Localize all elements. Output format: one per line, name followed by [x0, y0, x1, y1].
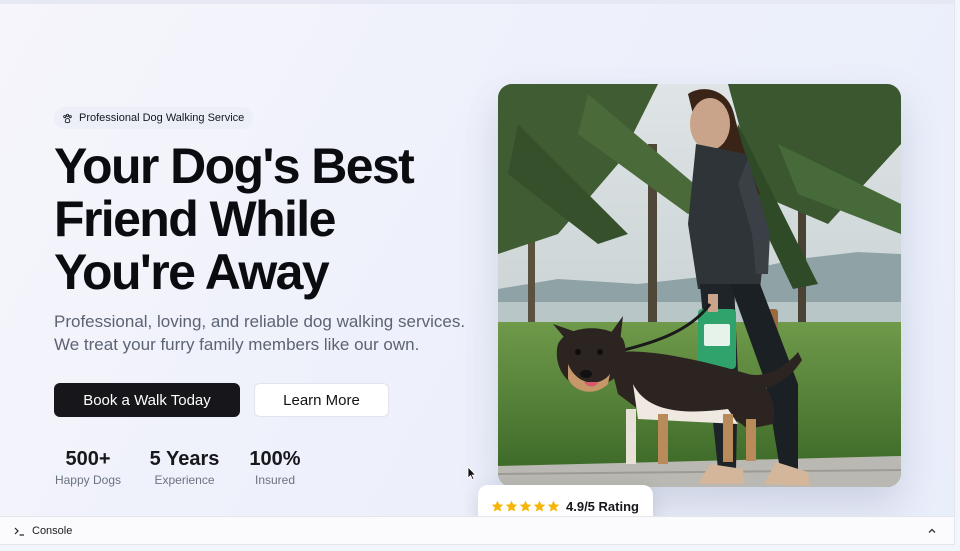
stat-label: Happy Dogs [54, 473, 122, 487]
hero-subtitle-line: Professional, loving, and reliable dog w… [54, 312, 466, 331]
top-border [0, 0, 954, 4]
rating-text: 4.9/5 Rating [566, 499, 639, 514]
learn-more-button[interactable]: Learn More [254, 383, 389, 417]
star-icon [547, 500, 560, 512]
hero-photo [498, 84, 901, 487]
stat-value: 100% [249, 448, 301, 470]
hero-subtitle: Professional, loving, and reliable dog w… [54, 310, 494, 356]
stat-value: 5 Years [149, 448, 220, 470]
star-icon [533, 500, 546, 512]
chevron-up-icon[interactable] [927, 526, 937, 536]
stat-value: 500+ [65, 448, 111, 470]
star-icon [491, 500, 504, 512]
service-badge: Professional Dog Walking Service [54, 107, 254, 129]
mouse-cursor-icon [467, 466, 477, 481]
page: Professional Dog Walking Service Your Do… [0, 0, 955, 545]
terminal-icon [14, 527, 24, 536]
hero-title-line: You're Away [54, 244, 330, 300]
stat-experience: 5 Years Experience [146, 447, 223, 489]
stat-insured: 100% Insured [244, 447, 306, 489]
console-bar[interactable]: Console [0, 516, 954, 544]
stat-happy-dogs: 500+ Happy Dogs [54, 447, 122, 489]
hero-title-line: Friend While [54, 191, 336, 247]
badge-label: Professional Dog Walking Service [79, 112, 245, 124]
book-walk-button[interactable]: Book a Walk Today [54, 383, 240, 417]
stat-label: Experience [154, 473, 215, 487]
star-icon [505, 500, 518, 512]
paw-icon [62, 113, 73, 124]
rating-stars [491, 500, 560, 513]
console-label: Console [32, 525, 73, 537]
star-icon [519, 500, 532, 512]
hero-title-line: Your Dog's Best [54, 138, 415, 194]
hero-title: Your Dog's Best Friend While You're Away [54, 140, 484, 299]
stat-label: Insured [254, 473, 296, 487]
hero-subtitle-line: We treat your furry family members like … [54, 335, 420, 354]
